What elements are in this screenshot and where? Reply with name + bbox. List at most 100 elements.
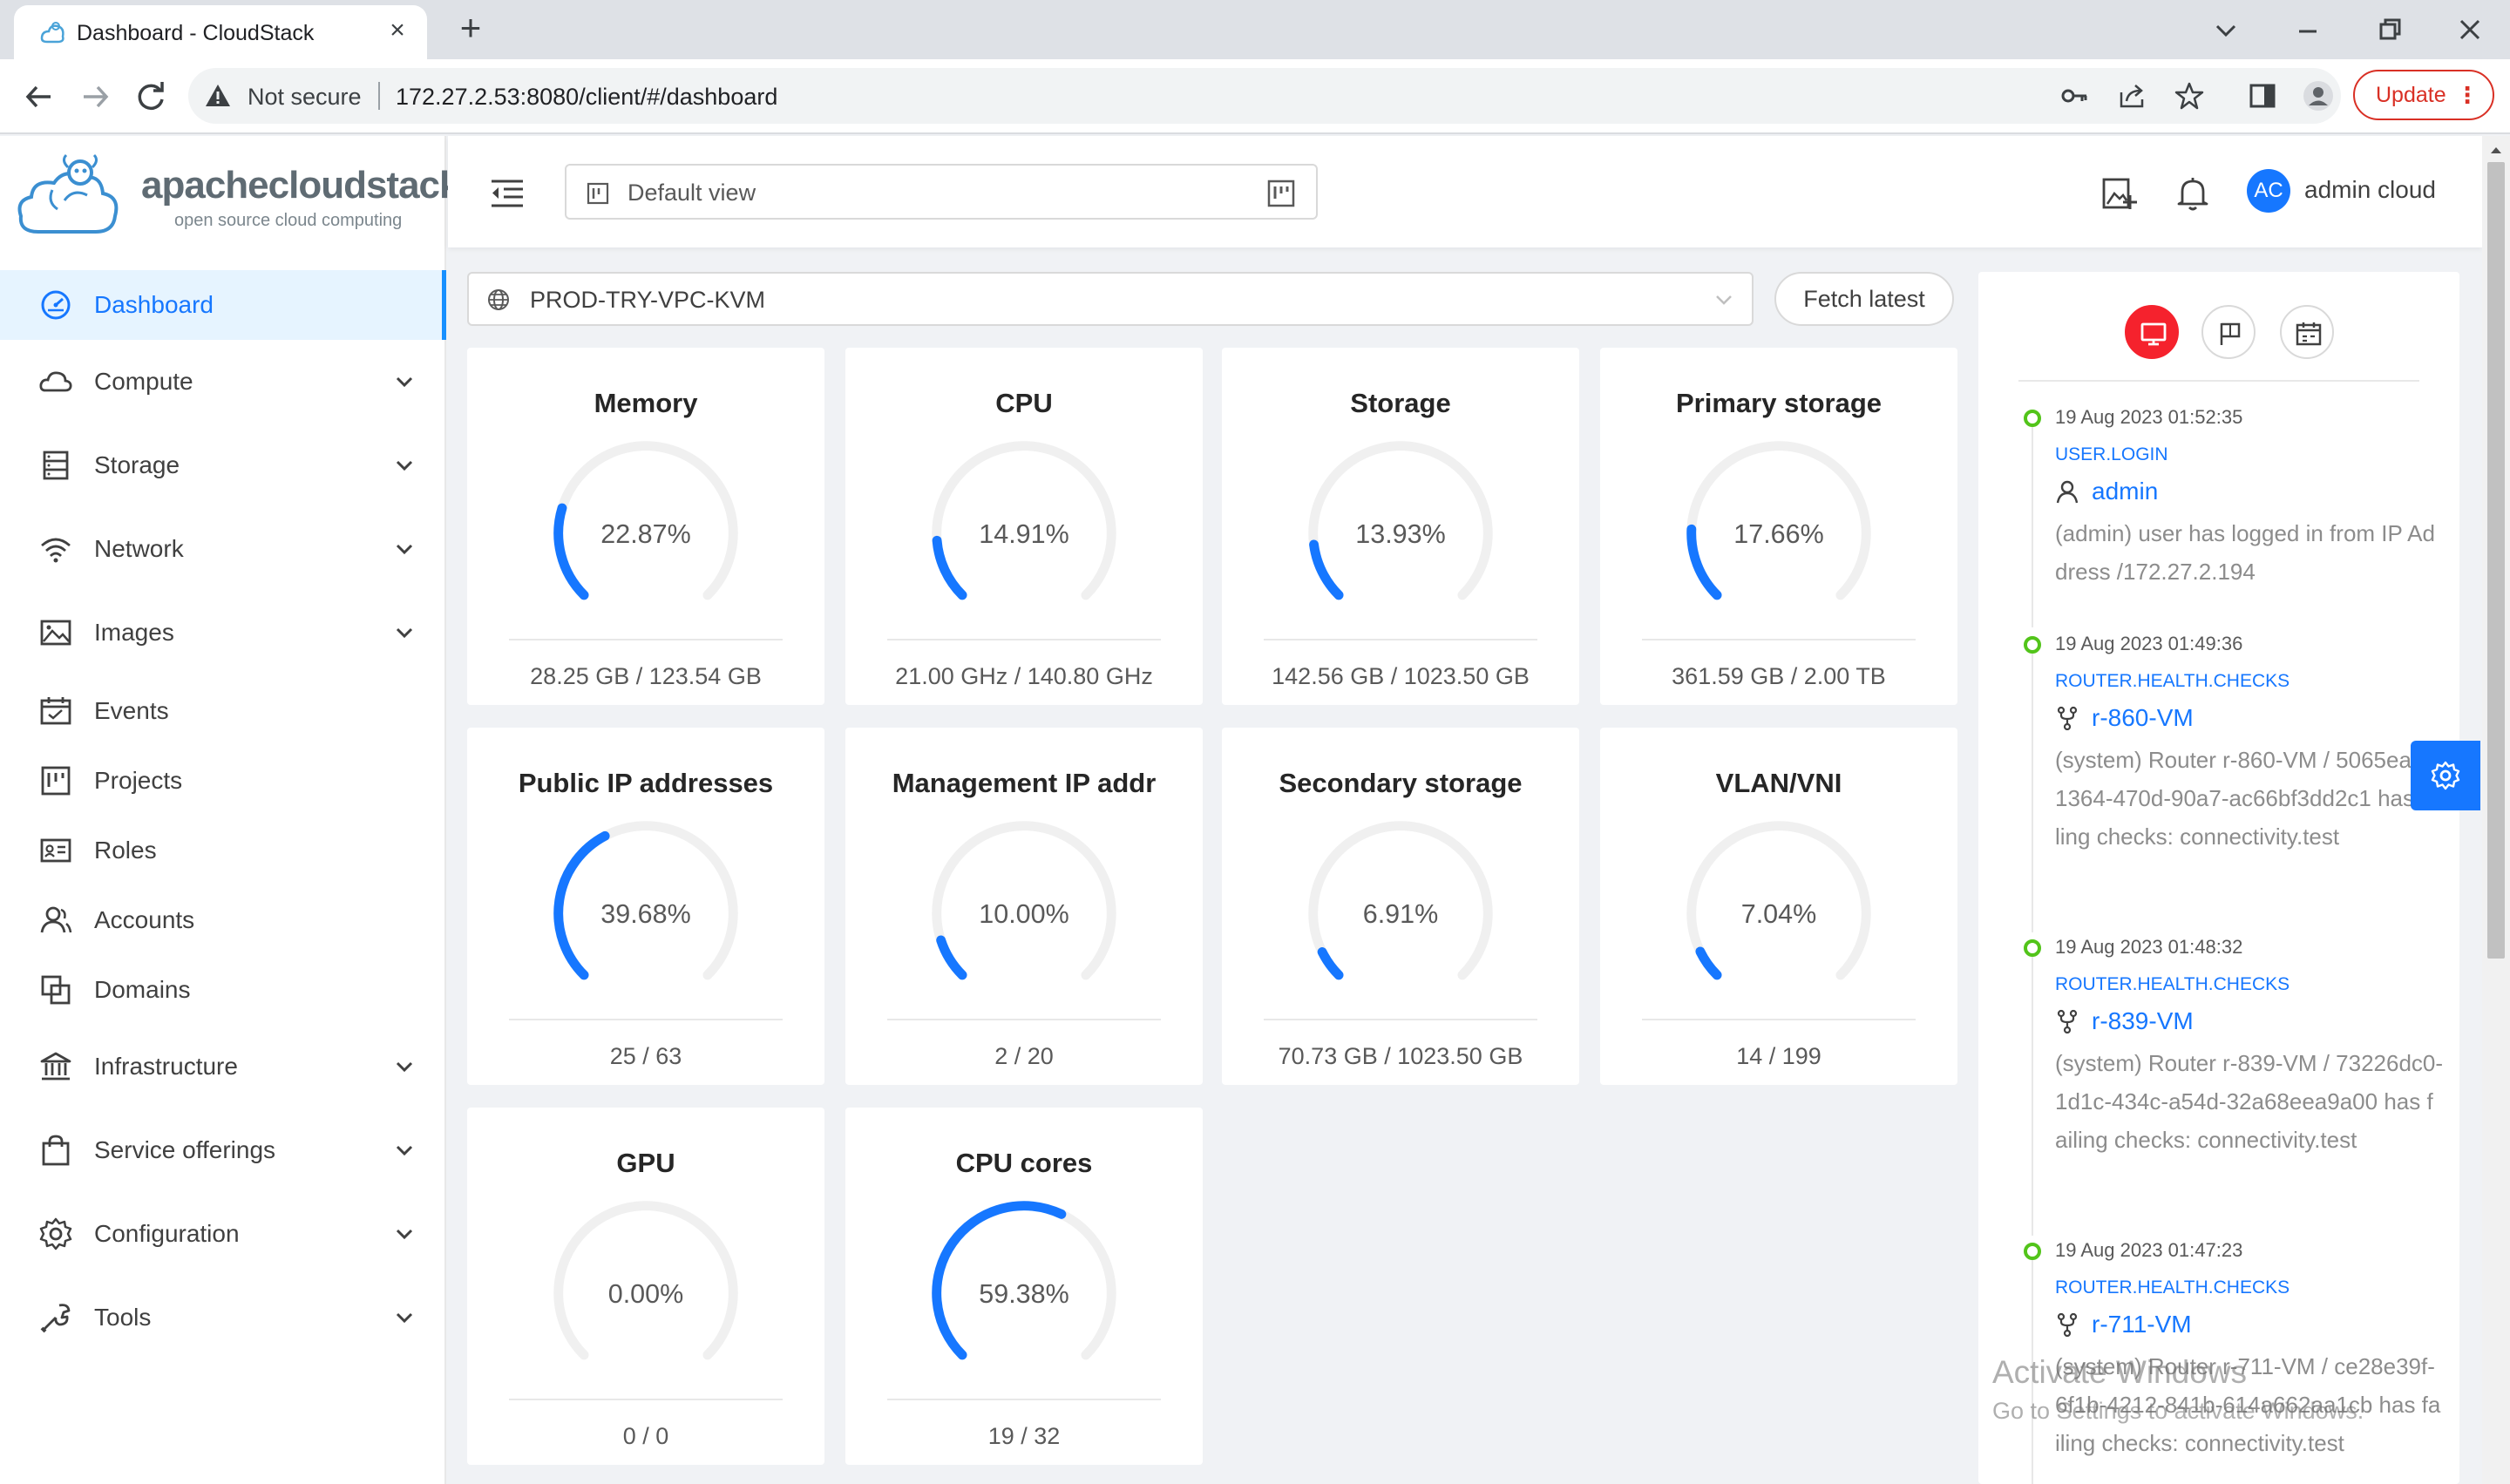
sidebar-item-infrastructure[interactable]: Infrastructure	[0, 1032, 446, 1101]
minimize-icon[interactable]	[2287, 9, 2329, 51]
update-label: Update	[2376, 83, 2446, 107]
event-type[interactable]: ROUTER.HEALTH.CHECKS	[2055, 974, 2290, 995]
timeline-dot	[2024, 1243, 2041, 1260]
card-divider	[509, 639, 783, 640]
sidebar-item-label: Dashboard	[94, 291, 214, 318]
event-type[interactable]: USER.LOGIN	[2055, 444, 2168, 465]
user-icon	[2056, 480, 2079, 504]
update-button[interactable]: Update ⋮	[2353, 70, 2494, 120]
event-time: 19 Aug 2023 01:48:32	[2055, 936, 2243, 958]
event-type[interactable]: ROUTER.HEALTH.CHECKS	[2055, 1277, 2290, 1298]
chevron-down-icon	[396, 1229, 413, 1240]
bookmark-star-icon[interactable]	[2174, 80, 2205, 112]
fetch-latest-button[interactable]: Fetch latest	[1774, 272, 1954, 326]
not-secure-label[interactable]: Not secure	[248, 84, 362, 111]
sidebar-item-events[interactable]: Events	[0, 676, 446, 746]
project-board-icon[interactable]	[1265, 178, 1297, 209]
warning-icon[interactable]	[204, 82, 232, 110]
sidebar-item-images[interactable]: Images	[0, 598, 446, 667]
card-divider	[1264, 1019, 1537, 1020]
sidebar-item-compute[interactable]: Compute	[0, 347, 446, 417]
more-vertical-icon: ⋮	[2456, 82, 2479, 108]
sidebar-item-label: Storage	[94, 451, 180, 478]
wifi-icon	[41, 538, 71, 563]
card-title: CPU cores	[955, 1148, 1093, 1178]
sidebar-item-label: Accounts	[94, 906, 195, 933]
gauge-arc	[553, 503, 589, 600]
chevron-down-icon	[396, 1061, 413, 1073]
card-value: 142.56 GB / 1023.50 GB	[1272, 663, 1530, 689]
address-bar[interactable]: Not secure 172.27.2.53:8080/client/#/das…	[188, 68, 2341, 124]
sidebar-item-label: Roles	[94, 837, 157, 864]
stat-card-storage: Storage 13.93% 142.56 GB / 1023.50 GB	[1222, 348, 1579, 705]
zone-selector[interactable]: PROD-TRY-VPC-KVM	[467, 272, 1754, 326]
card-title: Primary storage	[1675, 388, 1882, 418]
new-tab-icon[interactable]: +	[451, 10, 490, 49]
cloudstack-logo[interactable]: apachecloudstack open source cloud compu…	[12, 143, 460, 247]
sidebar-item-label: Tools	[94, 1304, 152, 1331]
settings-drawer-button[interactable]	[2411, 741, 2480, 810]
profile-icon[interactable]	[2303, 80, 2334, 112]
stat-card-vlan: VLAN/VNI 7.04% 14 / 199	[1600, 728, 1957, 1085]
image-add-icon[interactable]	[2100, 174, 2139, 213]
sidebar-item-network[interactable]: Network	[0, 514, 446, 584]
view-selector[interactable]: Default view	[565, 164, 1318, 220]
sidebar-item-domains[interactable]: Domains	[0, 955, 446, 1025]
cloud-icon	[39, 371, 72, 392]
gauge-arc	[932, 535, 967, 600]
sidebar-item-roles[interactable]: Roles	[0, 816, 446, 885]
sidebar-item-label: Infrastructure	[94, 1053, 238, 1080]
card-value: 0 / 0	[622, 1423, 669, 1449]
sidebar: apachecloudstack open source cloud compu…	[0, 136, 460, 1484]
avatar[interactable]: AC	[2247, 169, 2290, 213]
sidebar-item-label: Service offerings	[94, 1136, 276, 1163]
restore-icon[interactable]	[2369, 9, 2411, 51]
browser-tab[interactable]: Dashboard - CloudStack ×	[14, 5, 427, 59]
tab-search-chevron-icon[interactable]	[2205, 9, 2247, 51]
bell-icon[interactable]	[2174, 174, 2212, 213]
card-value: 28.25 GB / 123.54 GB	[530, 663, 762, 689]
stat-card-cpu: CPU 14.91% 21.00 GHz / 140.80 GHz	[845, 348, 1203, 705]
sidebar-item-projects[interactable]: Projects	[0, 746, 446, 816]
event-resource-link[interactable]: r-839-VM	[2092, 1007, 2194, 1035]
card-divider	[887, 1019, 1161, 1020]
scroll-up-icon[interactable]	[2487, 141, 2505, 159]
stat-card-cpu-cores: CPU cores 59.38% 19 / 32	[845, 1108, 1203, 1465]
card-divider	[1264, 639, 1537, 640]
timeline-connector	[2032, 654, 2033, 932]
close-window-icon[interactable]	[2449, 9, 2491, 51]
card-title: Secondary storage	[1279, 768, 1523, 798]
event-type[interactable]: ROUTER.HEALTH.CHECKS	[2055, 671, 2290, 692]
event-resource-link[interactable]: r-711-VM	[2092, 1311, 2192, 1338]
stat-card-public-ip: Public IP addresses 39.68% 25 / 63	[467, 728, 824, 1085]
gauge-percent: 6.91%	[1363, 899, 1439, 929]
key-icon[interactable]	[2059, 80, 2090, 112]
sidebar-item-accounts[interactable]: Accounts	[0, 885, 446, 955]
sidebar-item-dashboard[interactable]: Dashboard	[0, 270, 446, 340]
sidebar-item-configuration[interactable]: Configuration	[0, 1199, 446, 1269]
page-scrollbar[interactable]	[2482, 136, 2510, 1484]
reload-icon[interactable]	[131, 77, 171, 117]
share-icon[interactable]	[2116, 80, 2147, 112]
usage-gauge: 22.87%	[553, 441, 738, 600]
sidebar-item-tools[interactable]: Tools	[0, 1283, 446, 1352]
menu-fold-icon[interactable]	[488, 174, 526, 213]
side-panel-icon[interactable]	[2247, 80, 2278, 112]
sidebar-item-service-offerings[interactable]: Service offerings	[0, 1115, 446, 1185]
sidebar-item-label: Projects	[94, 767, 183, 794]
event-time: 19 Aug 2023 01:52:35	[2055, 406, 2243, 428]
picture-icon	[40, 620, 71, 646]
card-divider	[509, 1019, 783, 1020]
tab-close-icon[interactable]: ×	[383, 17, 411, 45]
event-resource-link[interactable]: r-860-VM	[2092, 704, 2194, 732]
event-time: 19 Aug 2023 01:47:23	[2055, 1239, 2243, 1261]
cloudstack-favicon-icon	[40, 22, 64, 44]
forward-icon[interactable]	[75, 77, 115, 117]
url-text[interactable]: 172.27.2.53:8080/client/#/dashboard	[396, 84, 777, 111]
event-resource-link[interactable]: admin	[2092, 478, 2158, 505]
usage-gauge: 39.68%	[553, 821, 738, 980]
user-name[interactable]: admin cloud	[2304, 176, 2436, 204]
scrollbar-thumb[interactable]	[2487, 162, 2505, 959]
sidebar-item-storage[interactable]: Storage	[0, 430, 446, 500]
back-icon[interactable]	[19, 77, 59, 117]
